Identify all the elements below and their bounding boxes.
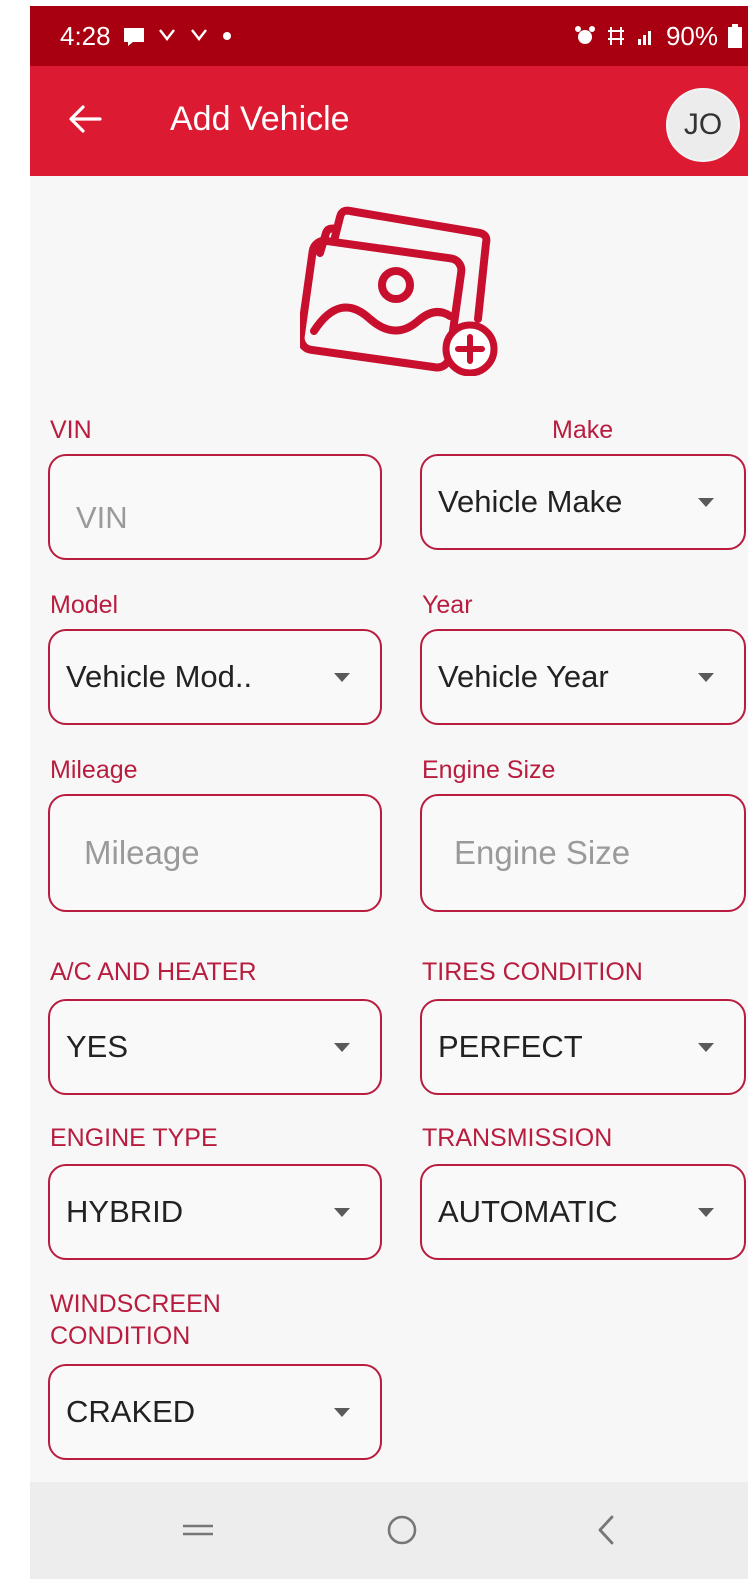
year-value: Vehicle Year [438, 659, 609, 694]
signal-icon [636, 26, 656, 46]
image-add-icon [296, 206, 500, 380]
windscreen-label-line1: WINDSCREEN [50, 1290, 221, 1318]
caret-down-icon [698, 673, 714, 682]
missed-call-icon [157, 26, 177, 46]
mileage-field[interactable] [48, 794, 382, 912]
windscreen-condition-value: CRAKED [66, 1394, 196, 1429]
system-nav-bar [30, 1482, 748, 1579]
home-icon [385, 1513, 419, 1552]
engine-size-input[interactable] [422, 833, 744, 873]
model-dropdown[interactable]: Vehicle Mod.. [48, 629, 382, 725]
phone-screen: 4:28 90% Add Vehicle JO VIN Make VIN Veh… [30, 6, 748, 1579]
vin-input[interactable] [50, 477, 380, 537]
tires-condition-label: TIRES CONDITION [422, 958, 643, 986]
ac-heater-label: A/C AND HEATER [50, 958, 257, 986]
make-label: Make [552, 416, 614, 444]
alarm-icon [574, 25, 596, 47]
tires-condition-dropdown[interactable]: PERFECT [420, 999, 746, 1095]
make-value: Vehicle Make [438, 484, 623, 519]
caret-down-icon [334, 1208, 350, 1217]
status-bar: 4:28 90% [30, 6, 748, 66]
message-icon [123, 26, 145, 46]
add-photo-button[interactable] [296, 201, 500, 377]
caret-down-icon [698, 1043, 714, 1052]
ac-heater-dropdown[interactable]: YES [48, 999, 382, 1095]
engine-type-label: ENGINE TYPE [50, 1124, 218, 1152]
battery-icon [728, 24, 742, 48]
mileage-label: Mileage [50, 756, 138, 784]
transmission-label: TRANSMISSION [422, 1124, 613, 1152]
transmission-dropdown[interactable]: AUTOMATIC [420, 1164, 746, 1260]
home-button[interactable] [380, 1510, 424, 1554]
vin-label: VIN [50, 416, 92, 444]
status-time: 4:28 [60, 20, 111, 51]
data-transfer-icon [606, 25, 626, 47]
back-button[interactable] [60, 96, 110, 146]
model-value: Vehicle Mod.. [66, 659, 253, 694]
caret-down-icon [334, 1043, 350, 1052]
engine-size-field[interactable] [420, 794, 746, 912]
arrow-left-icon [68, 104, 102, 139]
make-dropdown[interactable]: Vehicle Make [420, 454, 746, 550]
windscreen-condition-label: WINDSCREEN CONDITION [50, 1288, 221, 1352]
chevron-left-icon [594, 1513, 618, 1552]
notification-dot-icon [221, 30, 233, 42]
mileage-input[interactable] [50, 833, 380, 873]
model-label: Model [50, 591, 119, 619]
avatar[interactable]: JO [666, 88, 740, 162]
recent-apps-icon [181, 1520, 215, 1545]
app-bar: Add Vehicle JO [30, 66, 748, 176]
caret-down-icon [334, 673, 350, 682]
recent-apps-button[interactable] [176, 1510, 220, 1554]
year-label: Year [422, 591, 473, 619]
windscreen-condition-dropdown[interactable]: CRAKED [48, 1364, 382, 1460]
system-back-button[interactable] [584, 1510, 628, 1554]
engine-size-label: Engine Size [422, 756, 556, 784]
page-title: Add Vehicle [170, 100, 350, 138]
vin-field[interactable] [48, 454, 382, 560]
engine-type-dropdown[interactable]: HYBRID [48, 1164, 382, 1260]
windscreen-label-line2: CONDITION [50, 1322, 191, 1350]
caret-down-icon [334, 1408, 350, 1417]
engine-type-value: HYBRID [66, 1194, 184, 1229]
transmission-value: AUTOMATIC [438, 1194, 618, 1229]
caret-down-icon [698, 498, 714, 507]
battery-percent: 90% [665, 20, 718, 51]
caret-down-icon [698, 1208, 714, 1217]
missed-call-icon [189, 26, 209, 46]
tires-condition-value: PERFECT [438, 1029, 583, 1064]
year-dropdown[interactable]: Vehicle Year [420, 629, 746, 725]
ac-heater-value: YES [66, 1029, 129, 1064]
